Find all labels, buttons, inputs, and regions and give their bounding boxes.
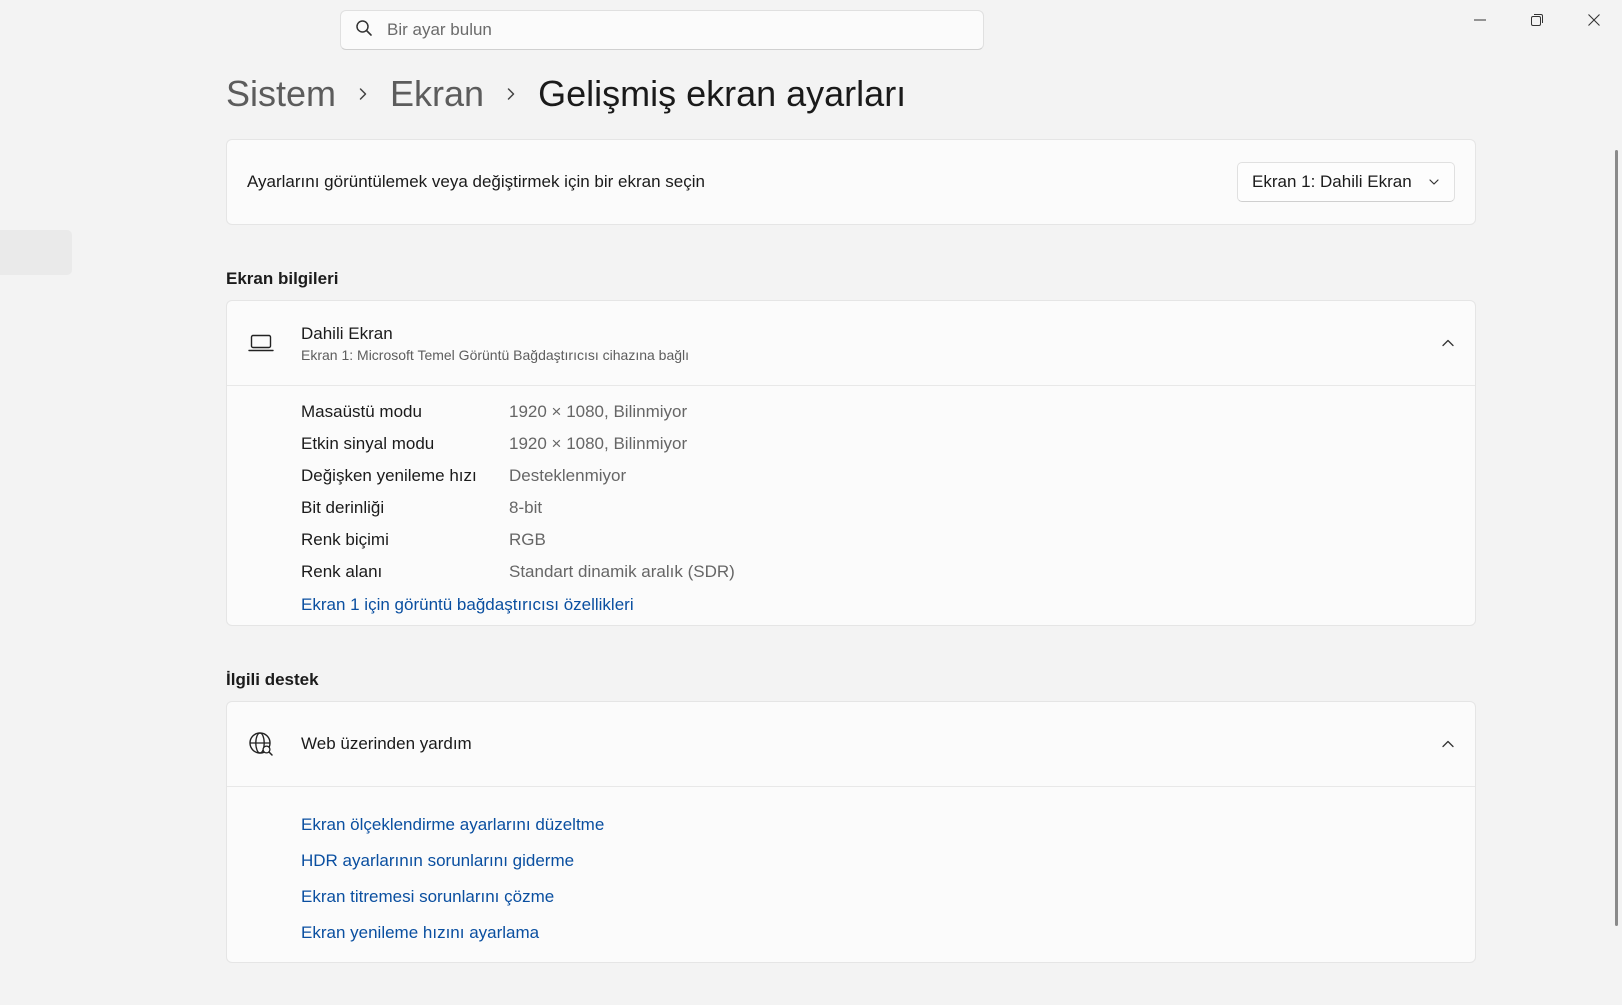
display-info-card: Dahili Ekran Ekran 1: Microsoft Temel Gö… [226, 300, 1476, 626]
info-key: Renk biçimi [301, 530, 389, 549]
display-dropdown-value: Ekran 1: Dahili Ekran [1252, 172, 1412, 191]
chevron-up-icon [1442, 740, 1454, 748]
web-help-title: Web üzerinden yardım [301, 734, 472, 753]
info-row: Değişken yenileme hızı Desteklenmiyor [301, 460, 1475, 492]
display-dropdown[interactable]: Ekran 1: Dahili Ekran [1237, 162, 1455, 202]
info-key: Etkin sinyal modu [301, 434, 435, 453]
info-value: RGB [509, 530, 546, 549]
search-box[interactable] [340, 10, 984, 50]
info-row: Renk biçimi RGB [301, 524, 1475, 556]
related-support-heading: İlgili destek [226, 670, 319, 689]
info-value: 1920 × 1080, Bilinmiyor [509, 402, 688, 421]
support-links: Ekran ölçeklendirme ayarlarını düzeltme … [227, 787, 1475, 951]
display-adapter-info: Ekran 1: Microsoft Temel Görüntü Bağdaşt… [301, 346, 690, 363]
scrollbar[interactable] [1615, 150, 1618, 926]
support-link[interactable]: Ekran titremesi sorunlarını çözme [301, 879, 554, 915]
close-icon [1587, 14, 1600, 26]
support-link[interactable]: Ekran ölçeklendirme ayarlarını düzeltme [301, 807, 604, 843]
display-select-card: Ayarlarını görüntülemek veya değiştirmek… [226, 139, 1476, 225]
info-row: Bit derinliği 8-bit [301, 492, 1475, 524]
window-controls [1451, 0, 1622, 40]
adapter-properties-link[interactable]: Ekran 1 için görüntü bağdaştırıcısı özel… [301, 595, 634, 615]
search-icon [355, 19, 373, 42]
info-key: Renk alanı [301, 562, 383, 581]
info-value: 1920 × 1080, Bilinmiyor [509, 434, 688, 453]
restore-icon [1530, 14, 1543, 26]
chevron-right-icon [356, 87, 370, 101]
info-key: Masaüstü modu [301, 402, 422, 421]
chevron-right-icon [504, 87, 518, 101]
chevron-down-icon [1429, 179, 1439, 185]
display-info-heading: Ekran bilgileri [226, 269, 339, 288]
info-value: Desteklenmiyor [509, 466, 627, 485]
related-support-card: Web üzerinden yardım Ekran ölçeklendirme… [226, 701, 1476, 963]
search-input[interactable] [387, 20, 947, 40]
breadcrumb-sistem[interactable]: Sistem [226, 73, 336, 115]
page-title: Gelişmiş ekran ayarları [538, 73, 907, 114]
info-row: Renk alanı Standart dinamik aralık (SDR) [301, 556, 1475, 588]
nav-selection-highlight[interactable] [0, 230, 72, 275]
minimize-icon [1473, 19, 1486, 21]
display-select-label: Ayarlarını görüntülemek veya değiştirmek… [247, 172, 705, 191]
info-value: 8-bit [509, 498, 543, 517]
info-key: Değişken yenileme hızı [301, 466, 477, 485]
breadcrumb: Sistem Ekran Gelişmiş ekran ayarları [226, 70, 906, 118]
restore-button[interactable] [1508, 0, 1565, 40]
info-key: Bit derinliği [301, 498, 385, 517]
breadcrumb-ekran[interactable]: Ekran [390, 73, 484, 115]
web-help-expander[interactable]: Web üzerinden yardım [227, 702, 1475, 787]
support-link[interactable]: HDR ayarlarının sorunlarını giderme [301, 843, 574, 879]
info-row: Etkin sinyal modu 1920 × 1080, Bilinmiyo… [301, 428, 1475, 460]
display-name: Dahili Ekran [301, 323, 393, 343]
globe-icon [247, 730, 275, 758]
minimize-button[interactable] [1451, 0, 1508, 40]
display-info-expander[interactable]: Dahili Ekran Ekran 1: Microsoft Temel Gö… [227, 301, 1475, 386]
display-info-rows: Masaüstü modu 1920 × 1080, Bilinmiyor Et… [227, 386, 1475, 622]
chevron-up-icon [1442, 339, 1454, 347]
info-value: Standart dinamik aralık (SDR) [509, 562, 735, 581]
laptop-icon [247, 329, 275, 357]
support-link[interactable]: Ekran yenileme hızını ayarlama [301, 915, 539, 951]
close-button[interactable] [1565, 0, 1622, 40]
info-row: Masaüstü modu 1920 × 1080, Bilinmiyor [301, 396, 1475, 428]
